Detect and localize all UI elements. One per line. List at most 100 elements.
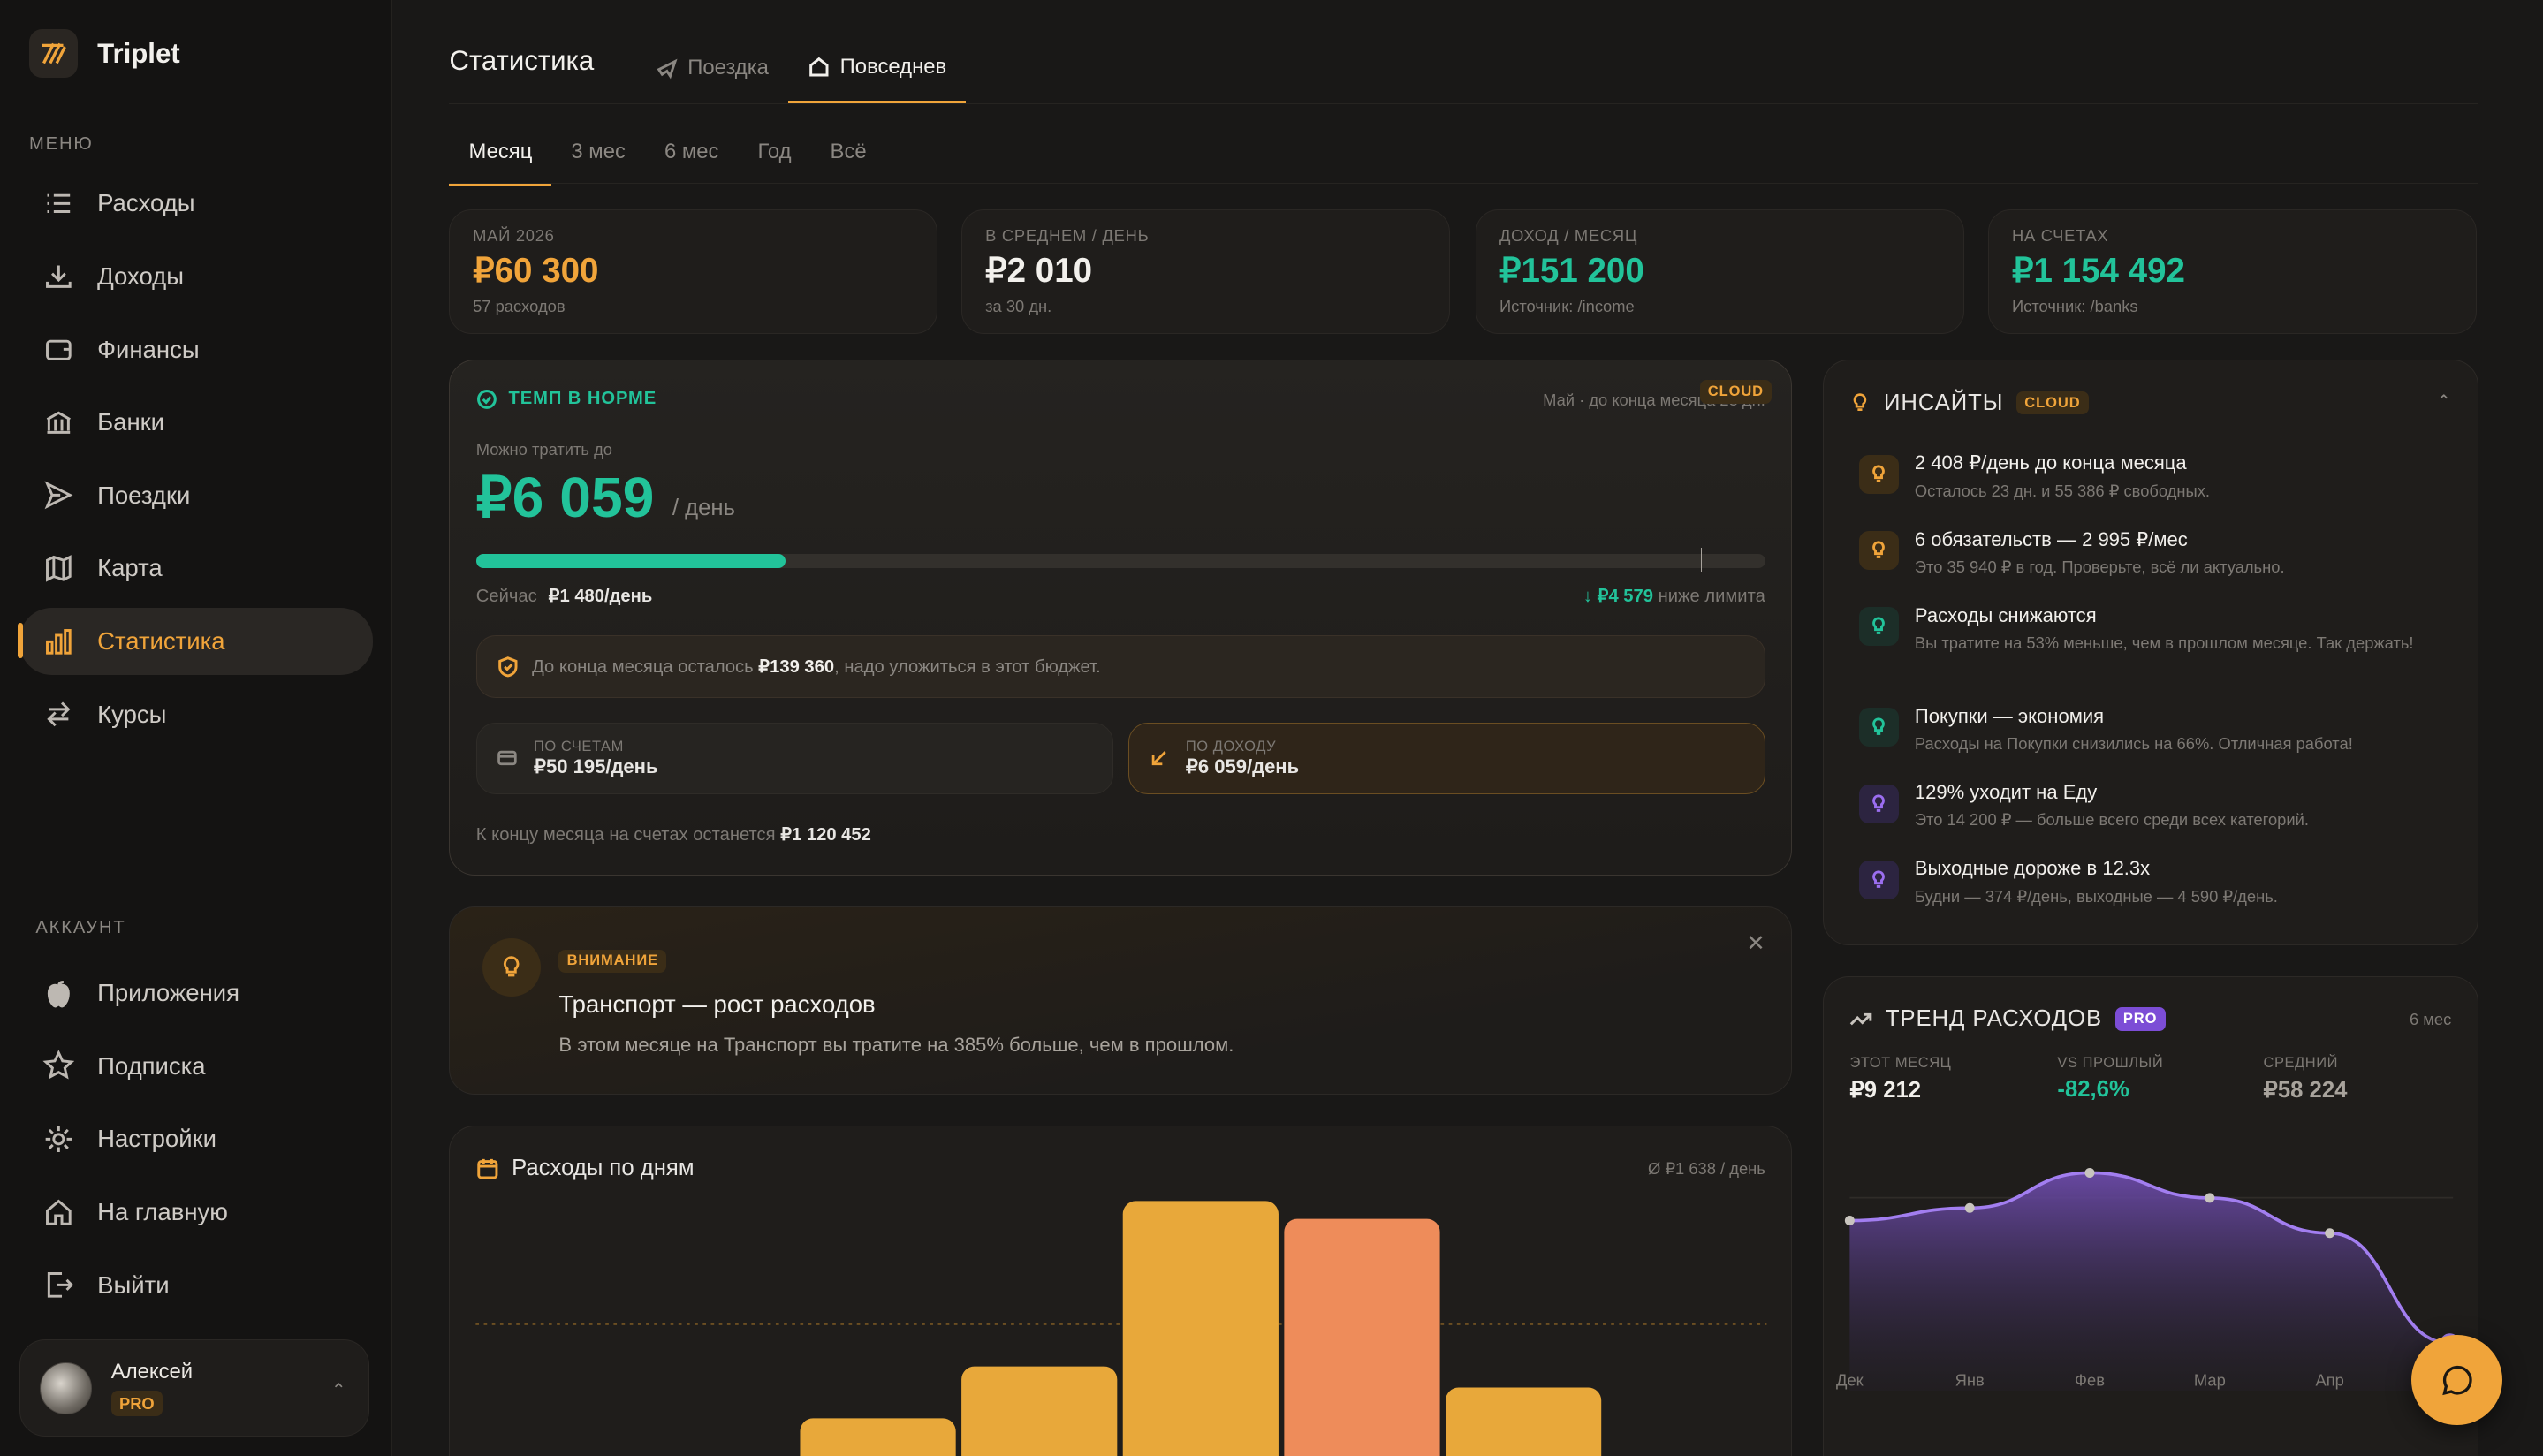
stat-card-month: МАЙ 2026 ₽60 300 57 расходов (449, 209, 937, 335)
attention-desc: В этом месяце на Транспорт вы тратите на… (558, 1034, 1234, 1057)
daily-bar[interactable] (961, 1366, 1118, 1456)
plan-badge: PRO (110, 1391, 163, 1417)
below-limit-value: ₽4 579 (1597, 586, 1653, 606)
period-tab-3m[interactable]: 3 мес (551, 126, 645, 186)
trend-point[interactable] (2205, 1193, 2215, 1203)
sidebar-item-subscription[interactable]: Подписка (19, 1033, 373, 1099)
app-root: Triplet МЕНЮ Расходы Доходы Финансы Банк… (0, 0, 2543, 1456)
insight-item: 129% уходит на Еду Это 14 200 ₽ — больше … (1859, 781, 2443, 832)
stat-value: ₽151 200 (1499, 251, 1644, 290)
sidebar: Triplet МЕНЮ Расходы Доходы Финансы Банк… (0, 0, 393, 1456)
period-tab-6m[interactable]: 6 мес (645, 126, 739, 186)
account-section-label: АККАУНТ (35, 917, 126, 937)
x-tick-label: Фев (2075, 1371, 2105, 1390)
sidebar-item-income[interactable]: Доходы (19, 243, 373, 309)
sidebar-item-trips[interactable]: Поездки (19, 462, 373, 528)
sidebar-item-label: Подписка (97, 1051, 206, 1080)
trend-point[interactable] (1964, 1202, 1975, 1213)
map-icon (45, 555, 72, 582)
by-income-option[interactable]: ПО ДОХОДУ ₽6 059/день (1127, 722, 1765, 794)
stat-label: НА СЧЕТАХ (2012, 226, 2109, 246)
chevron-up-icon[interactable]: ⌃ (331, 1379, 346, 1401)
sidebar-item-logout[interactable]: Выйти (19, 1252, 373, 1318)
budget-text-end: , надо уложиться в этот бюджет. (834, 656, 1101, 677)
insights-card: ИНСАЙТЫ CLOUD ⌃ 2 408 ₽/день до конца ме… (1823, 360, 2478, 946)
budget-text: До конца месяца осталось (532, 656, 754, 677)
chat-icon (2441, 1365, 2472, 1395)
trend-point[interactable] (2325, 1228, 2335, 1239)
trend-area (1849, 1172, 2450, 1392)
sidebar-item-label: Банки (97, 408, 165, 436)
stat-value: ₽2 010 (985, 251, 1093, 290)
stat-sub: Источник: /banks (2012, 296, 2138, 315)
sidebar-item-label: Приложения (97, 979, 240, 1007)
sidebar-item-banks[interactable]: Банки (19, 390, 373, 456)
logout-icon (47, 1272, 73, 1298)
user-card[interactable]: Алексей PRO ⌃ (19, 1339, 370, 1437)
wallet-icon (45, 339, 72, 361)
sidebar-item-apps[interactable]: Приложения (19, 960, 373, 1027)
insight-desc: Вы тратите на 53% меньше, чем в прошлом … (1914, 633, 2414, 653)
sidebar-item-statistics[interactable]: Статистика (18, 608, 374, 675)
period-tab-all[interactable]: Всё (811, 126, 886, 186)
stat-value: ₽60 300 (473, 251, 599, 290)
attention-card: ВНИМАНИЕ Транспорт — рост расходов В это… (449, 906, 1793, 1095)
insight-title: 129% уходит на Еду (1914, 780, 2098, 803)
stat-label: МАЙ 2026 (473, 226, 555, 246)
home-icon (809, 57, 829, 77)
insight-desc: Осталось 23 дн. и 55 386 ₽ свободных. (1914, 481, 2210, 500)
sidebar-item-map[interactable]: Карта (19, 535, 373, 602)
trend-point[interactable] (1844, 1215, 1855, 1225)
split-value: ₽50 195/день (534, 755, 658, 777)
stat-card-accounts: НА СЧЕТАХ ₽1 154 492 Источник: /banks (1988, 209, 2477, 335)
lightbulb-icon (1859, 454, 1899, 494)
daily-bar[interactable] (800, 1418, 957, 1456)
insight-item: Покупки — экономия Расходы на Покупки сни… (1859, 705, 2443, 756)
x-tick-label: Апр (2316, 1371, 2344, 1390)
below-limit: ↓ ₽4 579 ниже лимита (1583, 586, 1765, 606)
daily-expenses-card: Расходы по дням Ø ₽1 638 / день (449, 1125, 1793, 1456)
send-icon (44, 481, 73, 510)
sidebar-item-label: Настройки (97, 1125, 217, 1153)
logo[interactable]: Triplet (29, 29, 180, 79)
pace-title: ТЕМП В НОРМЕ (508, 389, 657, 409)
budget-amount: ₽139 360 (758, 656, 835, 677)
download-icon (45, 265, 72, 288)
sidebar-item-label: Курсы (97, 700, 167, 728)
period-tab-year[interactable]: Год (738, 126, 810, 186)
lightbulb-icon (1859, 708, 1899, 747)
pace-card: ТЕМП В НОРМЕ Май · до конца месяца 23 дн… (449, 360, 1793, 876)
sidebar-item-settings[interactable]: Настройки (19, 1106, 373, 1172)
sidebar-item-rates[interactable]: Курсы (19, 681, 373, 747)
chevron-up-icon[interactable]: ⌃ (2436, 391, 2451, 413)
app-name: Triplet (97, 37, 180, 69)
tab-trip[interactable]: Поездка (636, 33, 788, 104)
sidebar-item-home[interactable]: На главную (19, 1179, 373, 1245)
split-value: ₽6 059/день (1185, 755, 1300, 777)
daily-bar[interactable] (1446, 1387, 1602, 1456)
trend-point[interactable] (2084, 1167, 2095, 1178)
insight-title: 6 обязательств — 2 995 ₽/мес (1914, 527, 2188, 550)
period-tab-month[interactable]: Месяц (449, 126, 552, 186)
insight-desc: Расходы на Покупки снизились на 66%. Отл… (1914, 734, 2353, 754)
period-tabs: Месяц 3 мес 6 мес Год Всё (449, 126, 885, 186)
sidebar-item-finance[interactable]: Финансы (19, 316, 373, 383)
insights-header: ИНСАЙТЫ CLOUD (1849, 391, 2089, 416)
sidebar-item-expenses[interactable]: Расходы (19, 171, 373, 237)
end-month-text: К концу месяца на счетах останется (475, 824, 776, 845)
x-tick-label: Дек (1836, 1371, 1864, 1390)
insight-desc: Будни — 374 ₽/день, выходные — 4 590 ₽/д… (1914, 886, 2278, 906)
chart-icon (45, 628, 72, 655)
tab-daily[interactable]: Повседнев (787, 33, 967, 104)
close-icon[interactable]: ✕ (1746, 930, 1765, 957)
pace-limit-marker (1700, 547, 1703, 573)
by-accounts-option[interactable]: ПО СЧЕТАМ ₽50 195/день (475, 722, 1114, 794)
stat-label: В СРЕДНЕМ / ДЕНЬ (985, 226, 1150, 246)
sidebar-item-label: Поездки (97, 481, 191, 509)
daily-bar[interactable] (1284, 1218, 1440, 1456)
insight-item: Выходные дороже в 12.3x Будни — 374 ₽/ден… (1859, 857, 2443, 908)
daily-bar[interactable] (1123, 1201, 1279, 1456)
mode-tabs: Поездка Повседнев (636, 33, 967, 104)
chat-button[interactable] (2411, 1334, 2503, 1426)
lightbulb-icon (482, 937, 542, 997)
